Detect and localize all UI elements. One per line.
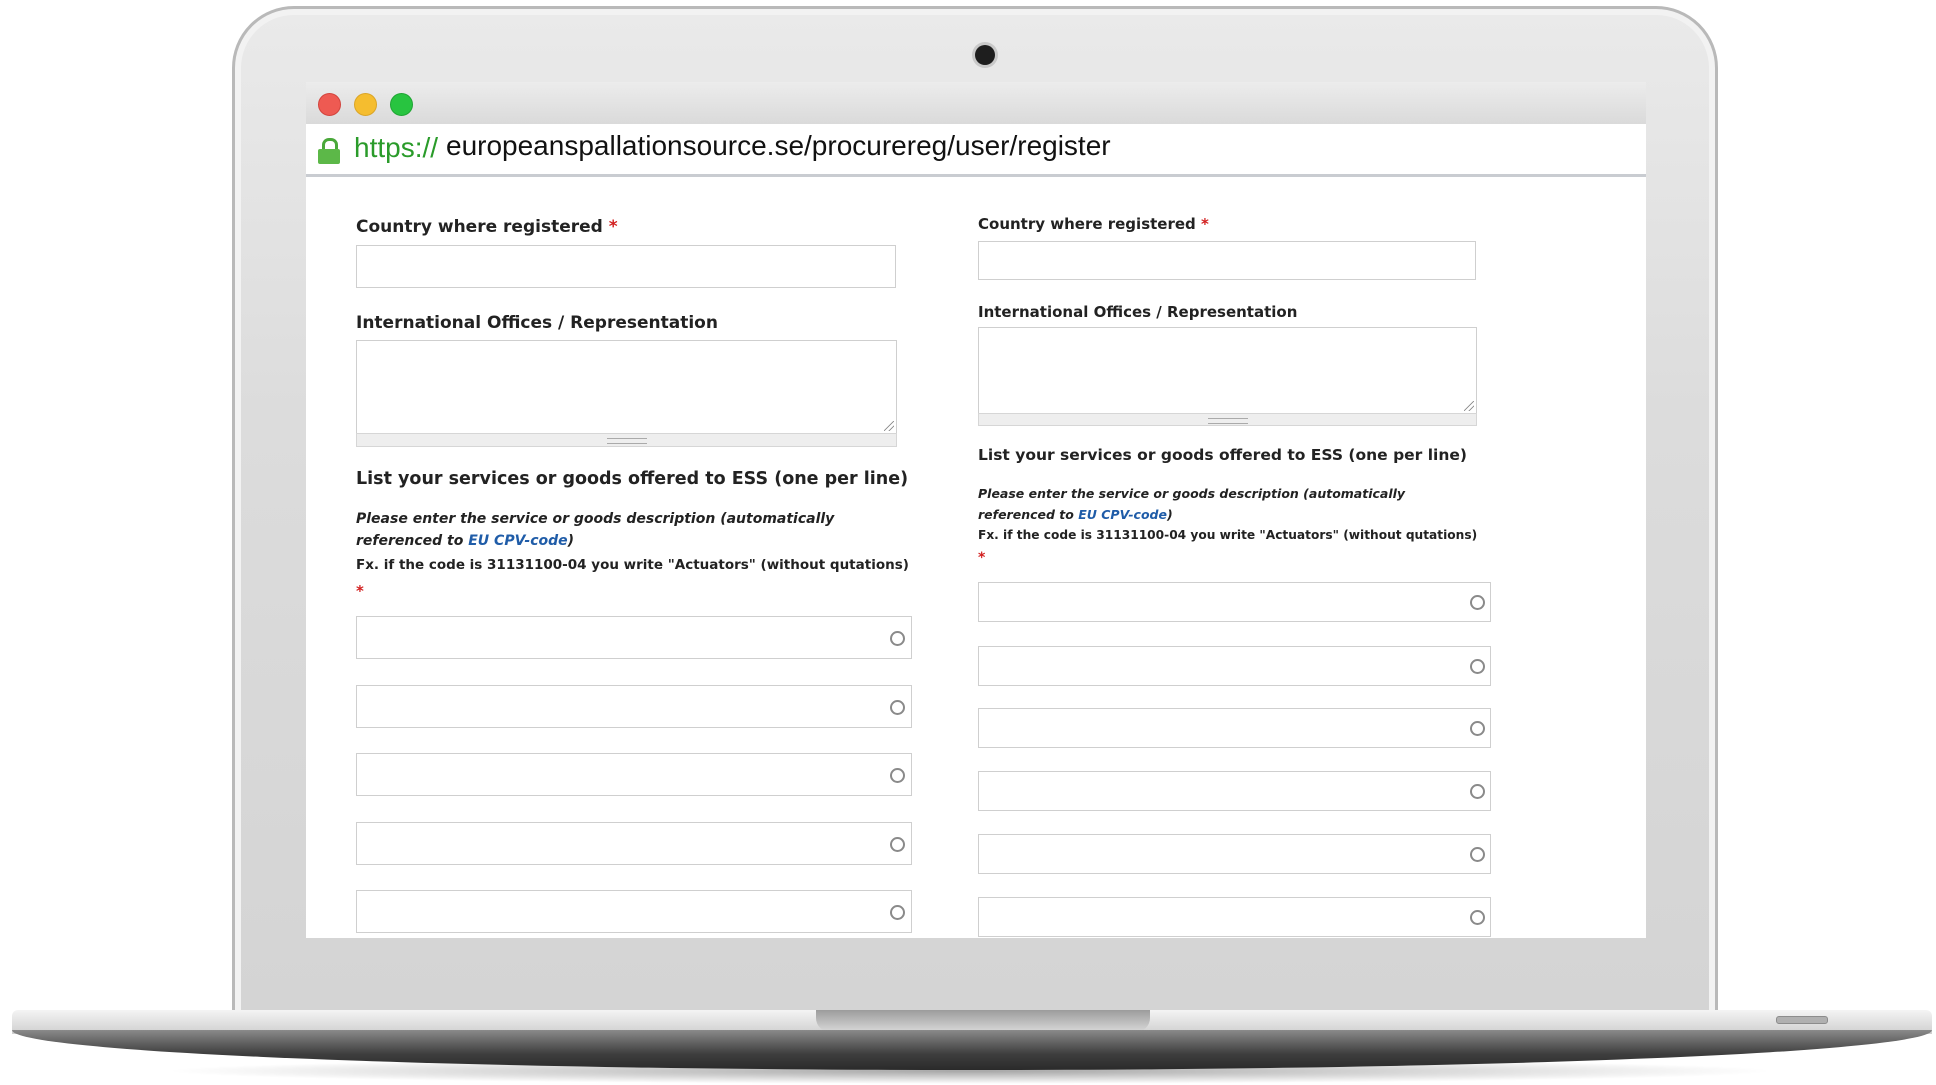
service-input-1[interactable] (978, 582, 1491, 622)
field-status-icon (890, 905, 905, 920)
resize-handle-icon[interactable] (1464, 401, 1474, 411)
field-status-icon (890, 631, 905, 646)
eu-cpv-code-link[interactable]: EU CPV-code (468, 533, 567, 549)
service-input-3[interactable] (978, 708, 1491, 748)
country-label: Country where registered * (356, 217, 618, 237)
service-input-6[interactable] (978, 897, 1491, 937)
webcam (975, 45, 995, 65)
services-heading: List your services or goods offered to E… (356, 469, 909, 489)
minimize-window-button[interactable] (354, 93, 377, 116)
form-view-right: Country where registered * International… (966, 177, 1646, 938)
service-input-1[interactable] (356, 616, 912, 659)
service-input-5[interactable] (978, 834, 1491, 874)
power-indicator (1776, 1016, 1828, 1024)
field-status-icon (1470, 847, 1485, 862)
country-input[interactable] (978, 241, 1476, 280)
url-scheme: https:// (354, 132, 439, 163)
field-status-icon (890, 768, 905, 783)
eu-cpv-code-link[interactable]: EU CPV-code (1078, 507, 1167, 522)
service-input-4[interactable] (978, 771, 1491, 811)
offices-label: International Offices / Representation (356, 313, 718, 333)
service-input-3[interactable] (356, 753, 912, 796)
registration-form: Country where registered * International… (306, 177, 1646, 938)
services-help-text: Please enter the service or goods descri… (978, 486, 1406, 522)
textarea-grippie[interactable] (356, 433, 897, 447)
service-input-2[interactable] (978, 646, 1491, 686)
required-marker: * (978, 550, 986, 566)
field-status-icon (1470, 595, 1485, 610)
url-text: europeanspallationsource.se/procurereg/u… (446, 130, 1111, 161)
browser-window: https:// europeanspallationsource.se/pro… (306, 82, 1646, 938)
services-help-text: Please enter the service or goods descri… (356, 511, 835, 549)
service-input-2[interactable] (356, 685, 912, 728)
service-input-5[interactable] (356, 890, 912, 933)
required-marker: * (356, 582, 364, 600)
offices-textarea[interactable] (978, 327, 1477, 414)
field-status-icon (1470, 910, 1485, 925)
services-example: Fx. if the code is 31131100-04 you write… (356, 557, 909, 573)
resize-handle-icon[interactable] (884, 421, 894, 431)
lock-icon (318, 138, 340, 164)
offices-label: International Offices / Representation (978, 303, 1298, 321)
zoom-window-button[interactable] (390, 93, 413, 116)
services-heading: List your services or goods offered to E… (978, 446, 1467, 464)
field-status-icon (890, 837, 905, 852)
field-status-icon (890, 700, 905, 715)
address-bar[interactable]: https:// europeanspallationsource.se/pro… (306, 124, 1646, 177)
country-input[interactable] (356, 245, 896, 288)
field-status-icon (1470, 721, 1485, 736)
field-status-icon (1470, 784, 1485, 799)
field-status-icon (1470, 659, 1485, 674)
service-input-4[interactable] (356, 822, 912, 865)
window-titlebar (306, 82, 1646, 125)
services-example: Fx. if the code is 31131100-04 you write… (978, 528, 1478, 542)
country-label: Country where registered * (978, 215, 1209, 233)
laptop-hinge-notch (816, 1010, 1150, 1032)
offices-textarea[interactable] (356, 340, 897, 434)
textarea-grippie[interactable] (978, 413, 1477, 426)
close-window-button[interactable] (318, 93, 341, 116)
form-view-left: Country where registered * International… (306, 177, 966, 938)
